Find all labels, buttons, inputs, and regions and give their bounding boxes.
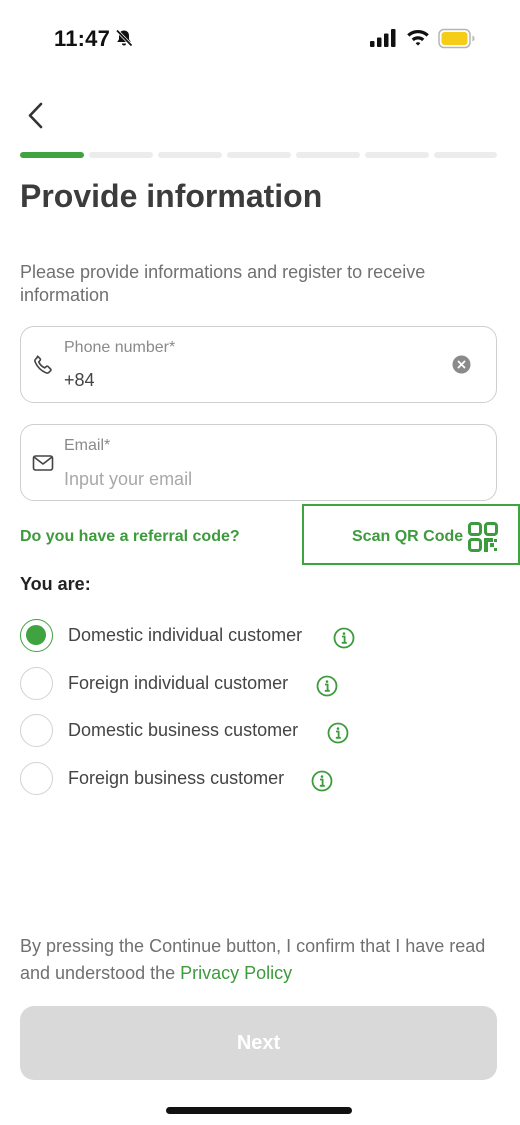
phone-field[interactable]: Phone number* +84	[20, 326, 497, 403]
progress-step	[158, 152, 222, 158]
next-button[interactable]: Next	[20, 1006, 497, 1080]
progress-step	[434, 152, 497, 158]
phone-icon	[34, 355, 52, 374]
radio-button[interactable]	[20, 667, 53, 700]
disclaimer-text: By pressing the Continue button, I confi…	[20, 933, 500, 987]
radio-domestic-individual[interactable]: Domestic individual customer	[20, 619, 440, 653]
step-progress	[20, 152, 497, 158]
privacy-policy-link[interactable]: Privacy Policy	[180, 963, 292, 983]
progress-step	[365, 152, 429, 158]
page-title: Provide information	[20, 178, 323, 214]
info-icon[interactable]	[327, 722, 349, 744]
phone-field-label: Phone number*	[64, 339, 176, 356]
progress-step	[89, 152, 153, 158]
phone-field-value[interactable]: +84	[64, 370, 95, 391]
mail-icon	[32, 455, 54, 471]
back-button[interactable]	[20, 96, 56, 136]
scan-qr-label: Scan QR Code	[352, 528, 464, 545]
chevron-left-icon	[28, 102, 43, 129]
progress-step	[296, 152, 360, 158]
status-bar: 11:47	[0, 0, 520, 76]
email-input[interactable]	[64, 465, 444, 493]
info-icon[interactable]	[333, 627, 355, 649]
info-icon[interactable]	[311, 770, 333, 792]
radio-label: Domestic individual customer	[68, 625, 303, 645]
customer-type-heading: You are:	[20, 574, 91, 594]
qr-code-icon	[468, 522, 498, 552]
radio-button-checked[interactable]	[20, 619, 53, 652]
email-field-label: Email*	[64, 437, 111, 454]
signal-icon	[370, 29, 396, 47]
radio-button[interactable]	[20, 714, 53, 747]
radio-foreign-individual[interactable]: Foreign individual customer	[20, 667, 440, 701]
radio-label: Foreign individual customer	[68, 673, 289, 693]
scan-qr-button[interactable]: Scan QR Code	[302, 504, 520, 565]
radio-label: Domestic business customer	[68, 720, 299, 740]
bell-slash-icon	[115, 29, 133, 47]
radio-domestic-business[interactable]: Domestic business customer	[20, 714, 440, 748]
progress-step	[20, 152, 84, 158]
info-icon[interactable]	[316, 675, 338, 697]
radio-button[interactable]	[20, 762, 53, 795]
page-subtitle: Please provide informations and register…	[20, 262, 426, 305]
email-field[interactable]: Email*	[20, 424, 497, 501]
wifi-icon	[407, 30, 429, 46]
home-indicator	[166, 1107, 352, 1114]
status-time: 11:47	[54, 26, 111, 51]
clear-icon[interactable]	[452, 355, 471, 374]
referral-code-link[interactable]: Do you have a referral code?	[20, 528, 240, 546]
progress-step	[227, 152, 291, 158]
battery-icon	[438, 28, 475, 49]
radio-label: Foreign business customer	[68, 768, 285, 788]
radio-foreign-business[interactable]: Foreign business customer	[20, 762, 440, 796]
